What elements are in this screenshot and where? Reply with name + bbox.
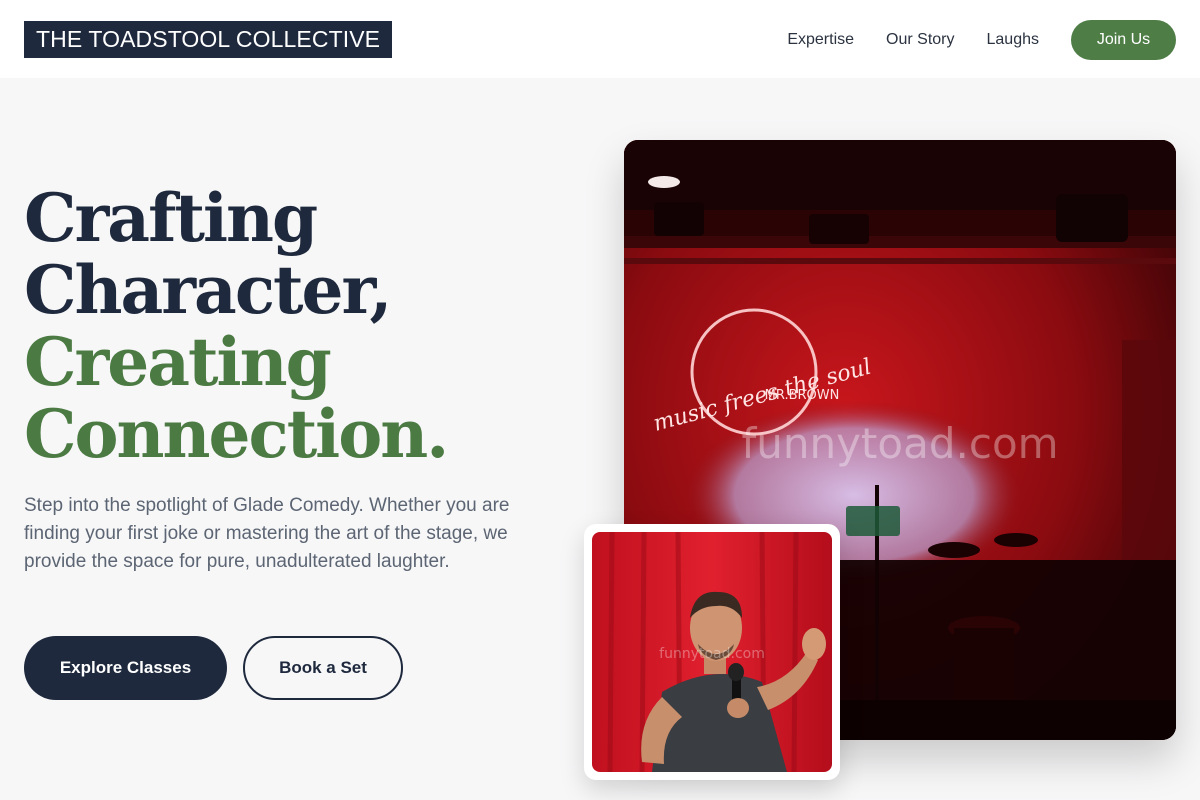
book-a-set-button[interactable]: Book a Set (243, 636, 403, 700)
nav-link-expertise[interactable]: Expertise (787, 31, 854, 49)
main-nav: Expertise Our Story Laughs Join Us (787, 20, 1176, 60)
explore-classes-button[interactable]: Explore Classes (24, 636, 227, 700)
nav-link-our-story[interactable]: Our Story (886, 31, 954, 49)
join-us-button[interactable]: Join Us (1071, 20, 1176, 60)
headline-line-2: Character, (24, 251, 392, 329)
site-logo[interactable]: THE TOADSTOOL COLLECTIVE (24, 21, 393, 58)
hero-lead-text: Step into the spotlight of Glade Comedy.… (24, 495, 510, 572)
performer-watermark: funnytoad.com (659, 646, 765, 662)
neon-sign-name: MR.BROWN (765, 388, 840, 403)
comedian-performer-image: funnytoad.com (592, 532, 832, 772)
performer-image-frame: funnytoad.com (584, 524, 840, 780)
headline-line-3: Creating (24, 323, 332, 401)
hero-headline: Crafting Character, Creating Connection. (24, 182, 584, 470)
headline-line-4: Connection. (24, 395, 449, 473)
stage-watermark: funnytoad.com (741, 419, 1058, 468)
nav-link-laughs[interactable]: Laughs (987, 31, 1040, 49)
site-header: THE TOADSTOOL COLLECTIVE Expertise Our S… (0, 0, 1200, 78)
headline-line-1: Crafting (24, 179, 318, 257)
